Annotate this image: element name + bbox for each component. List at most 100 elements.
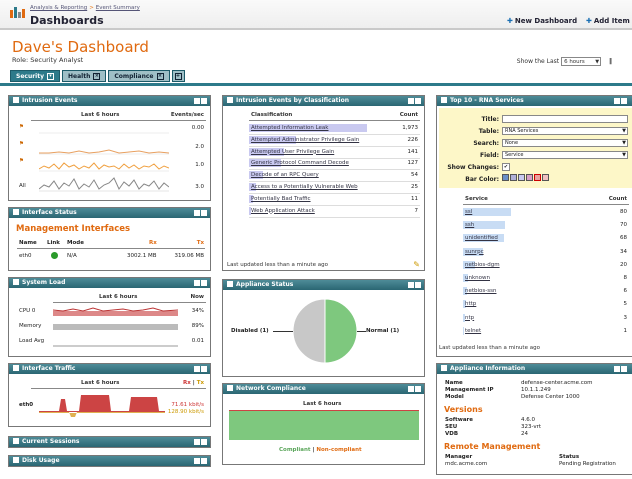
- minimize-icon[interactable]: [194, 280, 200, 286]
- classification-count: 226: [407, 136, 419, 143]
- classification-link[interactable]: Decode of an RPC Query: [251, 172, 319, 178]
- tab-rule: [0, 83, 632, 86]
- edit-icon[interactable]: ✎: [413, 260, 420, 269]
- minimize-icon[interactable]: [408, 98, 414, 104]
- service-link[interactable]: ssh: [465, 222, 474, 228]
- minimize-icon[interactable]: [408, 282, 414, 288]
- field-label: Field:: [480, 152, 499, 159]
- classification-link[interactable]: Attempted Information Leak: [251, 125, 328, 131]
- tab-health[interactable]: Health ×: [62, 70, 107, 82]
- info-value: Defense Center 1000: [521, 394, 580, 400]
- breadcrumb-analysis[interactable]: Analysis & Reporting: [30, 5, 87, 11]
- widget-menu-icon[interactable]: [13, 278, 19, 285]
- minimize-icon[interactable]: [614, 98, 620, 104]
- row-value: 1.0: [195, 162, 204, 168]
- classification-link[interactable]: Access to a Potentially Vulnerable Web: [251, 184, 358, 190]
- widget-menu-icon[interactable]: [227, 280, 233, 287]
- close-icon[interactable]: [201, 280, 207, 286]
- sparklines-chart: [39, 132, 169, 192]
- add-tab-button[interactable]: +: [171, 70, 185, 82]
- widget-menu-icon[interactable]: [13, 437, 19, 444]
- close-icon[interactable]: [621, 366, 627, 372]
- dashboard-name: Dave's Dashboard: [12, 38, 149, 56]
- minimize-icon[interactable]: [194, 210, 200, 216]
- close-icon[interactable]: ×: [93, 73, 101, 80]
- close-icon[interactable]: [201, 366, 207, 372]
- close-icon[interactable]: [201, 98, 207, 104]
- service-link[interactable]: http: [465, 301, 476, 307]
- service-link[interactable]: ntp: [465, 315, 474, 321]
- close-icon[interactable]: [201, 439, 207, 445]
- breadcrumb-event-summary[interactable]: Event Summary: [96, 5, 140, 11]
- time-range-select[interactable]: 6 hours ▼: [561, 57, 602, 66]
- widget-menu-icon[interactable]: [441, 364, 447, 371]
- widget-menu-icon[interactable]: [13, 456, 19, 463]
- classification-link[interactable]: Attempted Administrator Privilege Gain: [251, 137, 359, 143]
- widget-menu-icon[interactable]: [13, 364, 19, 371]
- widget-header: Current Sessions: [9, 437, 210, 447]
- iface-tx: 319.06 MB: [174, 253, 204, 259]
- widget-menu-icon[interactable]: [13, 96, 19, 103]
- color-swatch[interactable]: [542, 174, 549, 181]
- new-dashboard-button[interactable]: ✚ New Dashboard: [507, 17, 577, 25]
- service-link[interactable]: ssl: [465, 209, 472, 215]
- classification-link[interactable]: Generic Protocol Command Decode: [251, 160, 349, 166]
- minimize-icon[interactable]: [614, 366, 620, 372]
- show-changes-checkbox[interactable]: ✔: [502, 163, 510, 171]
- tab-menu-icon[interactable]: ▾: [47, 73, 55, 80]
- close-icon[interactable]: [201, 210, 207, 216]
- service-link[interactable]: netbios-dgm: [465, 262, 500, 268]
- widget-header: Interface Status: [9, 208, 210, 218]
- title-input[interactable]: [502, 115, 628, 123]
- bar-color-label: Bar Color:: [465, 176, 499, 183]
- color-swatch[interactable]: [502, 174, 509, 181]
- legend-separator: |: [312, 447, 315, 453]
- field-select[interactable]: Service ▼: [502, 151, 628, 159]
- classification-count: 25: [411, 184, 418, 190]
- widget-interface-traffic: Interface Traffic Last 6 hours Rx | Tx e…: [8, 363, 211, 427]
- minimize-icon[interactable]: [194, 98, 200, 104]
- widget-menu-icon[interactable]: [227, 96, 233, 103]
- widget-menu-icon[interactable]: [13, 208, 19, 215]
- versions-heading: Versions: [444, 405, 483, 414]
- color-swatch[interactable]: [518, 174, 525, 181]
- service-count: 20: [620, 261, 627, 268]
- tab-compliance[interactable]: Compliance ×: [108, 70, 170, 82]
- col-rx: Rx: [183, 380, 191, 386]
- widget-menu-icon[interactable]: [441, 96, 447, 103]
- close-icon[interactable]: [415, 282, 421, 288]
- service-link[interactable]: unidentified: [465, 235, 498, 241]
- close-icon[interactable]: [415, 98, 421, 104]
- color-swatch[interactable]: [526, 174, 533, 181]
- table-select[interactable]: RNA Services ▼: [502, 127, 628, 135]
- expand-icon[interactable]: [194, 458, 200, 464]
- classification-link[interactable]: Attempted User Privilege Gain: [251, 149, 334, 155]
- close-icon[interactable]: ×: [156, 73, 164, 80]
- color-swatch[interactable]: [534, 174, 541, 181]
- service-count: 68: [620, 235, 627, 242]
- service-link[interactable]: netbios-ssn: [465, 288, 496, 294]
- minimize-icon[interactable]: [408, 386, 414, 392]
- close-icon[interactable]: [201, 458, 207, 464]
- classification-link[interactable]: Web Application Attack: [251, 208, 315, 214]
- classification-link[interactable]: Potentially Bad Traffic: [251, 196, 311, 202]
- service-link[interactable]: telnet: [465, 328, 481, 334]
- service-link[interactable]: unknown: [465, 275, 490, 281]
- close-icon[interactable]: [621, 98, 627, 104]
- service-link[interactable]: sunrpc: [465, 249, 484, 255]
- row-divider: [249, 169, 420, 171]
- tab-security[interactable]: Security ▾: [10, 70, 61, 82]
- row-value: 34%: [191, 308, 204, 314]
- expand-icon[interactable]: [194, 439, 200, 445]
- add-item-button[interactable]: ✚ Add Item: [586, 17, 630, 25]
- col-mode: Mode: [67, 240, 84, 246]
- minimize-icon[interactable]: [194, 366, 200, 372]
- row-value: 89%: [191, 323, 204, 329]
- widget-appliance-information: Appliance Information Name defense-cente…: [436, 363, 632, 475]
- color-swatch[interactable]: [510, 174, 517, 181]
- pause-icon[interactable]: ‖: [609, 58, 612, 65]
- close-icon[interactable]: [415, 386, 421, 392]
- search-select[interactable]: None ▼: [502, 139, 628, 147]
- widget-menu-icon[interactable]: [227, 384, 233, 391]
- widget-header: Appliance Information: [437, 364, 632, 374]
